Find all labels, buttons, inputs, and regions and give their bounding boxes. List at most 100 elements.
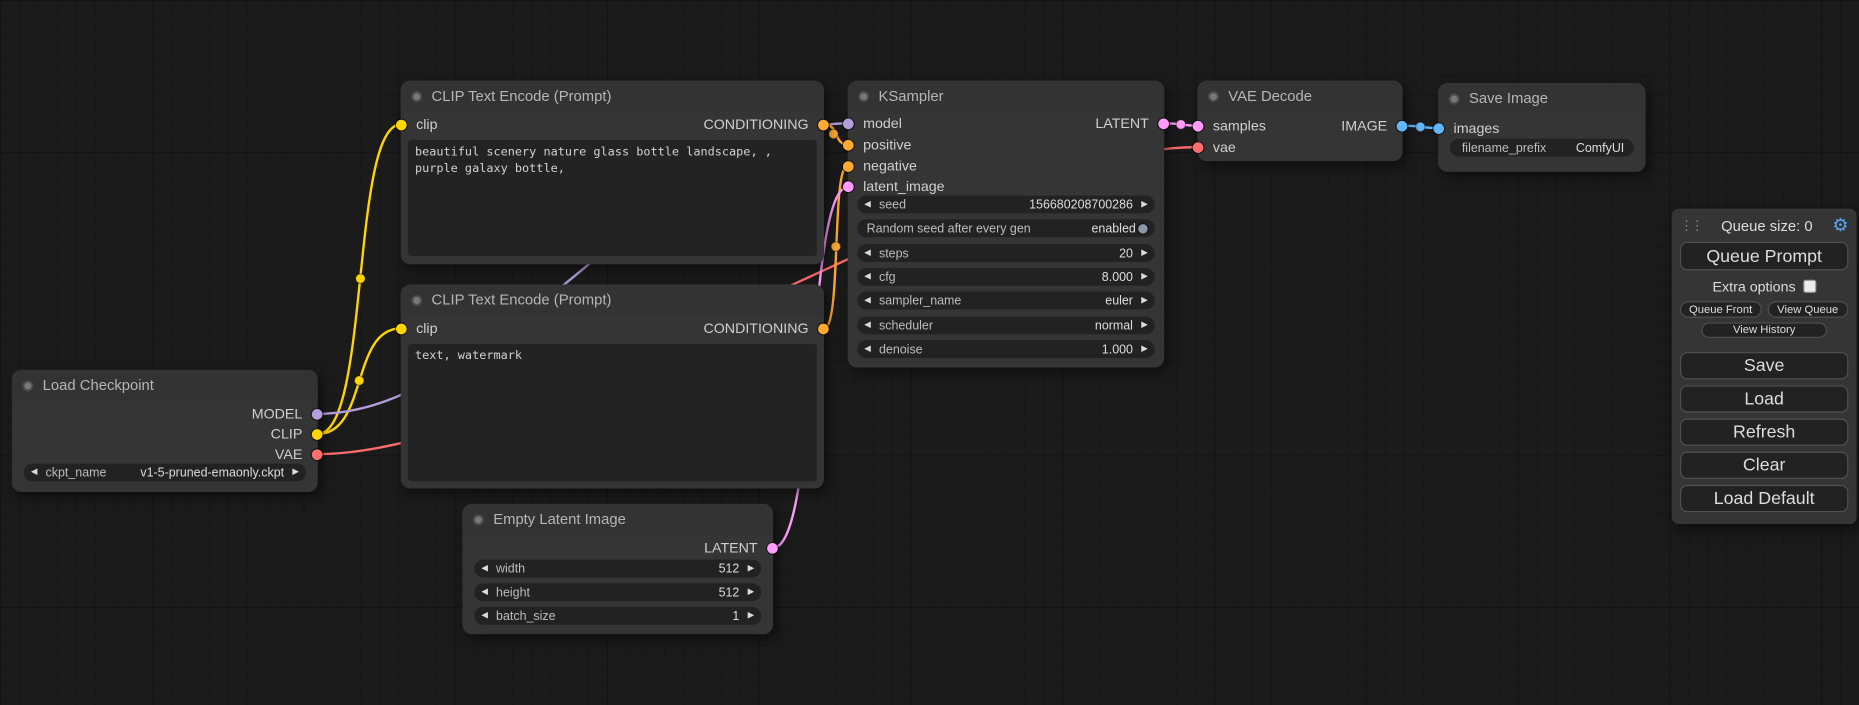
width-widget[interactable]: ◀ width 512 ▶ <box>474 560 761 578</box>
node-vae-decode[interactable]: VAE Decode samples IMAGE vae <box>1197 81 1402 162</box>
node-load-checkpoint[interactable]: Load Checkpoint MODEL CLIP VAE ◀ ckpt_na… <box>12 370 318 492</box>
node-header[interactable]: VAE Decode <box>1197 81 1402 112</box>
increment-arrow-icon[interactable]: ▶ <box>1141 292 1147 310</box>
output-slot-latent: LATENT <box>848 114 1165 133</box>
node-header[interactable]: Save Image <box>1438 83 1645 114</box>
extra-options-checkbox[interactable] <box>1803 280 1816 293</box>
model-output-port[interactable] <box>312 408 323 419</box>
output-slot-clip: CLIP <box>12 424 318 443</box>
load-button[interactable]: Load <box>1680 385 1848 412</box>
image-output-port[interactable] <box>1397 120 1408 131</box>
increment-arrow-icon[interactable]: ▶ <box>1141 244 1147 262</box>
scheduler-widget[interactable]: ◀ scheduler normal ▶ <box>857 317 1155 335</box>
node-header[interactable]: CLIP Text Encode (Prompt) <box>401 285 824 316</box>
view-history-button[interactable]: View History <box>1702 322 1827 337</box>
ckpt-name-widget[interactable]: ◀ ckpt_name v1-5-pruned-emaonly.ckpt ▶ <box>24 464 306 482</box>
increment-arrow-icon[interactable]: ▶ <box>292 464 298 482</box>
drag-handle-icon[interactable]: ⋮⋮ <box>1680 218 1701 233</box>
vae-input-port[interactable] <box>1193 142 1204 153</box>
node-clip-text-encode-positive[interactable]: CLIP Text Encode (Prompt) clip CONDITION… <box>401 81 824 265</box>
conditioning-output-port[interactable] <box>818 119 829 130</box>
decrement-arrow-icon[interactable]: ◀ <box>481 607 487 625</box>
queue-front-button[interactable]: Queue Front <box>1680 301 1761 318</box>
images-input-port[interactable] <box>1433 123 1444 134</box>
latent-output-port[interactable] <box>767 542 778 553</box>
link-midpoint-dot <box>356 274 365 283</box>
seed-widget[interactable]: ◀ seed 156680208700286 ▶ <box>857 196 1155 214</box>
height-widget[interactable]: ◀ height 512 ▶ <box>474 583 761 601</box>
random-seed-toggle-widget[interactable]: Random seed after every gen enabled <box>857 219 1155 237</box>
negative-prompt-textarea[interactable]: text, watermark <box>408 344 817 482</box>
clip-output-port[interactable] <box>312 429 323 440</box>
refresh-button[interactable]: Refresh <box>1680 419 1848 446</box>
output-slot-conditioning: CONDITIONING <box>401 319 824 338</box>
extra-options-row: Extra options <box>1680 279 1848 294</box>
collapse-dot-icon[interactable] <box>473 514 484 525</box>
settings-gear-icon[interactable]: ⚙ <box>1832 217 1848 235</box>
view-queue-button[interactable]: View Queue <box>1767 301 1848 318</box>
node-title: CLIP Text Encode (Prompt) <box>432 292 612 309</box>
decrement-arrow-icon[interactable]: ◀ <box>864 292 870 310</box>
filename-prefix-widget[interactable]: filename_prefix ComfyUI <box>1450 139 1634 157</box>
queue-size-label: Queue size: 0 <box>1701 218 1832 235</box>
negative-input-port[interactable] <box>843 161 854 172</box>
decrement-arrow-icon[interactable]: ◀ <box>864 340 870 358</box>
output-slot-image: IMAGE <box>1197 116 1402 135</box>
node-save-image[interactable]: Save Image images filename_prefix ComfyU… <box>1438 83 1645 172</box>
node-empty-latent-image[interactable]: Empty Latent Image LATENT ◀ width 512 ▶ … <box>462 504 773 634</box>
decrement-arrow-icon[interactable]: ◀ <box>864 317 870 335</box>
clear-button[interactable]: Clear <box>1680 452 1848 479</box>
queue-prompt-button[interactable]: Queue Prompt <box>1680 242 1848 270</box>
increment-arrow-icon[interactable]: ▶ <box>1141 317 1147 335</box>
node-clip-text-encode-negative[interactable]: CLIP Text Encode (Prompt) clip CONDITION… <box>401 285 824 489</box>
sampler-name-widget[interactable]: ◀ sampler_name euler ▶ <box>857 292 1155 310</box>
increment-arrow-icon[interactable]: ▶ <box>748 607 754 625</box>
output-slot-conditioning: CONDITIONING <box>401 115 824 134</box>
increment-arrow-icon[interactable]: ▶ <box>1141 268 1147 286</box>
latent-output-port[interactable] <box>1158 118 1169 129</box>
node-title: KSampler <box>879 88 944 105</box>
node-header[interactable]: KSampler <box>848 81 1165 112</box>
collapse-dot-icon[interactable] <box>23 380 34 391</box>
toggle-icon[interactable] <box>1138 223 1147 232</box>
save-button[interactable]: Save <box>1680 352 1848 379</box>
cfg-widget[interactable]: ◀ cfg 8.000 ▶ <box>857 268 1155 286</box>
increment-arrow-icon[interactable]: ▶ <box>748 583 754 601</box>
collapse-dot-icon[interactable] <box>411 295 422 306</box>
decrement-arrow-icon[interactable]: ◀ <box>864 196 870 214</box>
batch-size-widget[interactable]: ◀ batch_size 1 ▶ <box>474 607 761 625</box>
steps-widget[interactable]: ◀ steps 20 ▶ <box>857 244 1155 262</box>
node-header[interactable]: Empty Latent Image <box>462 504 773 535</box>
node-graph-canvas[interactable]: Load Checkpoint MODEL CLIP VAE ◀ ckpt_na… <box>0 0 1859 705</box>
increment-arrow-icon[interactable]: ▶ <box>1141 196 1147 214</box>
conditioning-output-port[interactable] <box>818 323 829 334</box>
decrement-arrow-icon[interactable]: ◀ <box>481 560 487 578</box>
collapse-dot-icon[interactable] <box>411 91 422 102</box>
load-default-button[interactable]: Load Default <box>1680 485 1848 512</box>
view-history-row: View History <box>1680 322 1848 337</box>
collapse-dot-icon[interactable] <box>1449 93 1460 104</box>
latent-image-input-port[interactable] <box>843 181 854 192</box>
input-slot-negative: negative <box>848 156 1165 175</box>
queue-menu-panel: ⋮⋮ Queue size: 0 ⚙ Queue Prompt Extra op… <box>1672 209 1857 524</box>
collapse-dot-icon[interactable] <box>858 91 869 102</box>
collapse-dot-icon[interactable] <box>1208 91 1219 102</box>
decrement-arrow-icon[interactable]: ◀ <box>481 583 487 601</box>
denoise-widget[interactable]: ◀ denoise 1.000 ▶ <box>857 340 1155 358</box>
decrement-arrow-icon[interactable]: ◀ <box>864 268 870 286</box>
output-slot-latent: LATENT <box>462 538 773 557</box>
positive-prompt-textarea[interactable]: beautiful scenery nature glass bottle la… <box>408 140 817 256</box>
node-header[interactable]: CLIP Text Encode (Prompt) <box>401 81 824 112</box>
increment-arrow-icon[interactable]: ▶ <box>748 560 754 578</box>
link-midpoint-dot <box>1176 120 1185 129</box>
positive-input-port[interactable] <box>843 139 854 150</box>
input-slot-positive: positive <box>848 135 1165 154</box>
node-title: CLIP Text Encode (Prompt) <box>432 88 612 105</box>
input-slot-latent-image: latent_image <box>848 177 1165 196</box>
decrement-arrow-icon[interactable]: ◀ <box>864 244 870 262</box>
decrement-arrow-icon[interactable]: ◀ <box>31 464 37 482</box>
vae-output-port[interactable] <box>312 449 323 460</box>
increment-arrow-icon[interactable]: ▶ <box>1141 340 1147 358</box>
node-header[interactable]: Load Checkpoint <box>12 370 318 401</box>
node-ksampler[interactable]: KSampler model LATENT positive negative … <box>848 81 1165 368</box>
